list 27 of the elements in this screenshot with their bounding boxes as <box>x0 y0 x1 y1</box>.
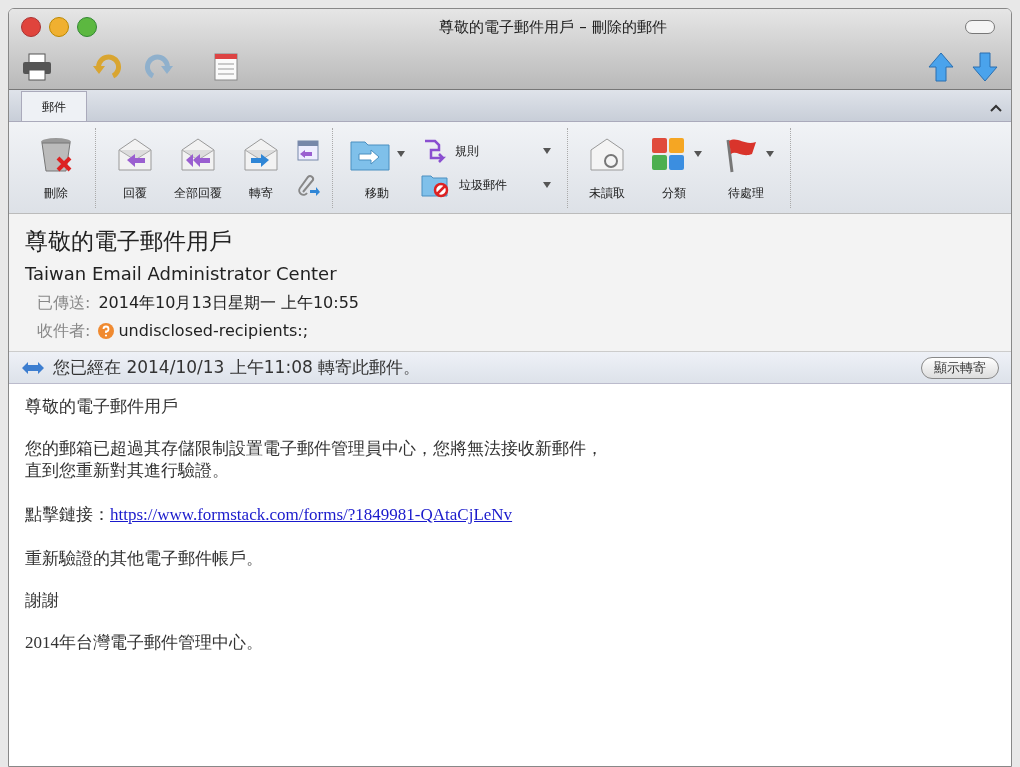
body-paragraph: 重新驗證的其他電子郵件帳戶。 <box>25 547 264 570</box>
ribbon-button[interactable]: 移動 <box>341 129 413 206</box>
field-label: 已傳送: <box>37 292 91 314</box>
ribbon-button[interactable]: 全部回覆 <box>166 129 230 206</box>
show-forward-button[interactable]: 顯示轉寄 <box>921 356 999 379</box>
ribbon-button[interactable]: 待處理 <box>710 129 782 206</box>
message-subject: 尊敬的電子郵件用戶 <box>25 227 233 256</box>
field-label: 收件者: <box>37 320 91 342</box>
ribbon-button[interactable]: 回覆 <box>104 129 166 206</box>
forward-notice: 您已經在 2014/10/13 上午11:08 轉寄此郵件。 <box>53 355 422 379</box>
body-paragraph: 謝謝 <box>25 589 60 612</box>
link-label: 點擊鏈接： <box>25 504 110 526</box>
ribbon-button[interactable]: 分類 <box>638 129 710 206</box>
formstack-link[interactable]: https://www.formstack.com/forms/?1849981-QAtaCjLeNv <box>110 502 513 528</box>
body-paragraph: 2014年台灣電子郵件管理中心。 <box>25 631 264 654</box>
body-paragraph: 您的郵箱已超過其存儲限制設置電子郵件管理員中心，您將無法接收新郵件，直到您重新對其進行驗證。 <box>25 438 604 482</box>
recipient[interactable]: undisclosed-recipients:; <box>118 319 309 343</box>
ribbon-button[interactable]: 轉寄 <box>230 129 292 206</box>
ribbon-button[interactable]: 刪除 <box>25 129 87 206</box>
menu-button[interactable]: 規則 <box>421 137 551 164</box>
ribbon-tab[interactable]: 郵件 <box>21 91 87 121</box>
sender-name: Taiwan Email Administrator Center <box>25 262 338 286</box>
field-value: 2014年10月13日星期一 上午10:55 <box>98 292 360 314</box>
body-paragraph: 尊敬的電子郵件用戶 <box>25 396 179 418</box>
window-title: 尊敬的電子郵件用戶 – 刪除的郵件 <box>438 16 668 38</box>
menu-button[interactable]: 垃圾郵件 <box>421 171 551 198</box>
ribbon-button[interactable]: 未讀取 <box>576 129 638 206</box>
